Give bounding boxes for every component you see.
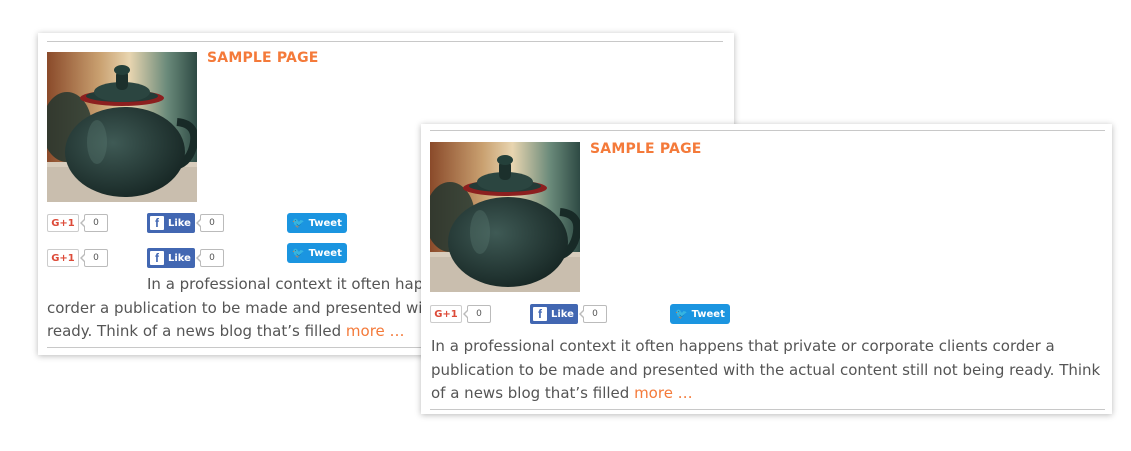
tweet-button[interactable]: 🐦 Tweet	[670, 304, 730, 324]
facebook-like-count: 0	[196, 249, 224, 267]
more-link[interactable]: more …	[634, 384, 693, 402]
excerpt-line: ready. Think of a news blog that’s fille…	[47, 322, 342, 340]
teapot-image[interactable]	[47, 52, 197, 202]
excerpt-line: of a news blog that’s filled	[431, 384, 630, 402]
facebook-icon: f	[150, 216, 164, 230]
tweet-button[interactable]: 🐦 Tweet	[287, 243, 347, 263]
gplus-button[interactable]: G+1 0	[47, 214, 108, 232]
twitter-bird-icon: 🐦	[292, 247, 305, 259]
gplus-icon: G+1	[47, 249, 79, 267]
top-divider	[47, 41, 723, 42]
post-title[interactable]: SAMPLE PAGE	[590, 141, 702, 157]
excerpt-line: In a professional context it often happe…	[431, 337, 1055, 355]
bottom-divider	[430, 409, 1105, 410]
facebook-like-button[interactable]: f Like 0	[147, 213, 224, 233]
facebook-like-label: Like	[551, 308, 574, 320]
post-title[interactable]: SAMPLE PAGE	[207, 50, 319, 66]
gplus-button[interactable]: G+1 0	[47, 249, 108, 267]
facebook-like-count: 0	[579, 305, 607, 323]
teapot-image[interactable]	[430, 142, 580, 292]
gplus-count: 0	[80, 249, 108, 267]
facebook-like-label: Like	[168, 252, 191, 264]
gplus-count: 0	[463, 305, 491, 323]
facebook-like-button[interactable]: f Like 0	[147, 248, 224, 268]
facebook-like-label: Like	[168, 217, 191, 229]
gplus-icon: G+1	[47, 214, 79, 232]
facebook-icon: f	[150, 251, 164, 265]
twitter-bird-icon: 🐦	[292, 217, 305, 229]
tweet-label: Tweet	[308, 217, 342, 229]
excerpt-line: publication to be made and presented wit…	[431, 360, 1101, 379]
post-card-2: SAMPLE PAGE G+1 0 f Like 0 🐦 Tweet In a pr…	[421, 124, 1112, 414]
gplus-count: 0	[80, 214, 108, 232]
gplus-button[interactable]: G+1 0	[430, 305, 491, 323]
facebook-like-count: 0	[196, 214, 224, 232]
facebook-icon: f	[533, 307, 547, 321]
twitter-bird-icon: 🐦	[675, 308, 688, 320]
more-link[interactable]: more …	[346, 322, 405, 340]
tweet-label: Tweet	[308, 247, 342, 259]
gplus-icon: G+1	[430, 305, 462, 323]
facebook-like-button[interactable]: f Like 0	[530, 304, 607, 324]
post-excerpt: In a professional context it often happe…	[431, 335, 1103, 406]
tweet-label: Tweet	[691, 308, 725, 320]
top-divider	[430, 130, 1105, 131]
tweet-button[interactable]: 🐦 Tweet	[287, 213, 347, 233]
